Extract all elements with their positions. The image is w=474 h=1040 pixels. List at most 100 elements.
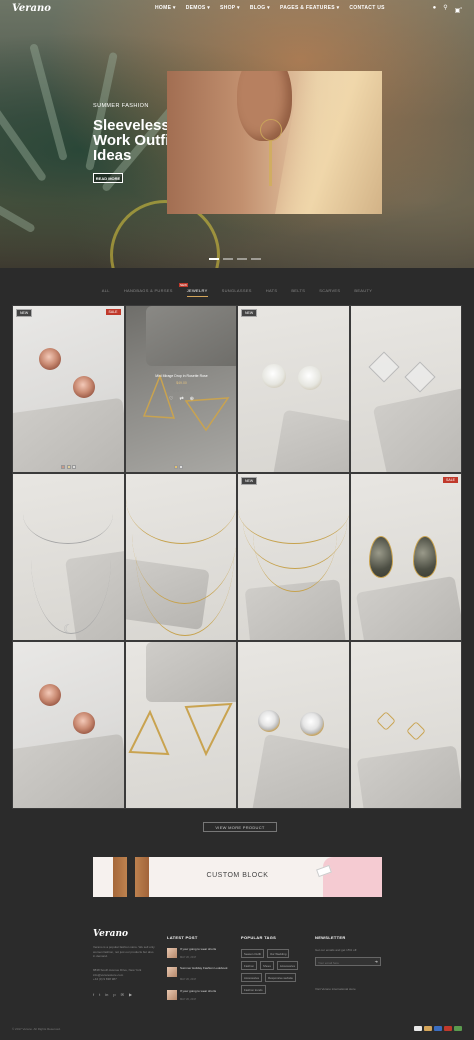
product-card[interactable]: NEW SALE [12, 305, 125, 473]
latest-post-item[interactable]: Summer Holiday Fashion Lookbook MAY 20, … [167, 966, 230, 981]
newsletter-email-input[interactable] [318, 959, 370, 966]
product-card[interactable] [124, 641, 237, 809]
tag-link[interactable]: Responsive website [265, 973, 296, 982]
user-icon[interactable]: ● [433, 5, 437, 15]
newsletter-heading: NEWSLETTER [315, 935, 346, 940]
email-icon[interactable]: ✉ [121, 992, 124, 997]
product-card[interactable]: NEW [237, 473, 350, 641]
new-badge: NEW [179, 283, 188, 287]
post-title[interactable]: If your going to wear shorts [180, 989, 230, 994]
popular-tags-heading: POPULAR TAGS [241, 935, 277, 940]
product-image-geo-earring [403, 361, 436, 393]
menu-item-home[interactable]: HOME ▾ [155, 5, 176, 11]
menu-item-demos[interactable]: DEMOS ▾ [186, 5, 210, 11]
tag-link[interactable]: Accessories [241, 973, 263, 982]
tab-jewelry[interactable]: JEWELRY [186, 288, 208, 297]
swatch[interactable] [173, 465, 178, 469]
custom-block-banner[interactable]: CUSTOM BLOCK [93, 857, 382, 897]
newsletter-form: ➜ [315, 957, 381, 966]
subscribe-arrow-icon[interactable]: ➜ [375, 959, 378, 964]
stone-prop [272, 409, 349, 472]
tag-link[interactable]: Accessories [276, 961, 298, 970]
youtube-icon[interactable]: ▶ [129, 992, 132, 997]
latest-post-item[interactable]: If your going to wear shorts MAY 20, 201… [167, 989, 230, 1001]
menu-item-shop[interactable]: SHOP ▾ [220, 5, 240, 11]
tag-link[interactable]: Shoes [259, 961, 274, 970]
product-image-pearl-stud [298, 366, 322, 390]
post-title[interactable]: If your going to wear shorts [180, 947, 230, 952]
product-card[interactable] [12, 641, 125, 809]
product-card[interactable] [349, 641, 462, 809]
moon-pendant-icon: ☾ [63, 622, 74, 636]
product-name[interactable]: Mini Mirage Drop in Rosette Rose [144, 374, 220, 378]
slider-dot[interactable] [223, 258, 233, 260]
view-more-button[interactable]: VIEW MORE PRODUCT [203, 822, 277, 832]
swatch[interactable] [179, 465, 183, 469]
tab-all[interactable]: ALL [102, 288, 110, 293]
tab-scarves[interactable]: SCARVES [319, 288, 340, 293]
social-links: f t in p ✉ ▶ [93, 992, 132, 997]
menu-item-contact[interactable]: CONTACT US [349, 5, 384, 11]
tab-belts[interactable]: BELTS [291, 288, 305, 293]
payment-card-icon [444, 1026, 452, 1031]
slider-dot[interactable] [237, 258, 247, 260]
newsletter-visit-link[interactable]: Visit Verano international store [315, 987, 381, 991]
product-grid: NEW SALE Mini Mirage Drop in Rosette Ros… [12, 305, 462, 809]
product-image-necklace-chain [253, 474, 337, 592]
wishlist-icon[interactable]: ♡ [169, 396, 173, 402]
product-card[interactable] [237, 641, 350, 809]
quick-view-icon[interactable]: ⊕ [190, 396, 194, 402]
linkedin-icon[interactable]: in [105, 992, 108, 997]
swatch[interactable] [61, 465, 65, 469]
product-card[interactable] [349, 305, 462, 473]
sale-badge: SALE [105, 309, 121, 315]
rating-stars: ☆☆☆☆☆ [172, 388, 191, 393]
bottom-bar: © 2017 Verano. All Rights Reserved. [0, 1022, 474, 1040]
twitter-icon[interactable]: t [99, 992, 100, 997]
search-icon[interactable]: ⚲ [443, 5, 447, 15]
tag-link[interactable]: Fashion [241, 961, 257, 970]
swatch[interactable] [66, 465, 71, 469]
earring-bar [269, 141, 272, 186]
payment-card-icon [434, 1026, 442, 1031]
tab-beauty[interactable]: BEAUTY [354, 288, 372, 293]
product-card[interactable] [124, 473, 237, 641]
tab-hats[interactable]: HATS [266, 288, 278, 293]
product-actions: ♡ ⇄ ⊕ [144, 396, 220, 402]
cart-icon[interactable]: ▣0 [455, 5, 462, 15]
swatch[interactable] [72, 465, 76, 469]
color-swatches [173, 465, 183, 469]
compare-icon[interactable]: ⇄ [180, 396, 184, 402]
product-card[interactable]: SALE [349, 473, 462, 641]
tab-handbags-purses[interactable]: HANDBAGS & PURSES [124, 288, 173, 293]
menu-item-blog[interactable]: BLOG ▾ [250, 5, 270, 11]
payment-methods [414, 1026, 462, 1031]
earring-hoop [260, 119, 282, 141]
logo[interactable]: Verano [12, 3, 51, 14]
page: Verano HOME ▾ DEMOS ▾ SHOP ▾ BLOG ▾ PAGE… [0, 0, 474, 1040]
footer-logo[interactable]: Verano [93, 929, 128, 939]
footer-contact: 8838 South Avenue Drive, New York info@v… [93, 968, 142, 981]
main-menu: HOME ▾ DEMOS ▾ SHOP ▾ BLOG ▾ PAGES & FEA… [155, 5, 385, 11]
slider-dot[interactable] [209, 258, 219, 260]
product-card-hover[interactable]: Mini Mirage Drop in Rosette Rose $49.00 … [124, 305, 237, 473]
pinterest-icon[interactable]: p [113, 992, 115, 997]
product-card[interactable]: ☾ [12, 473, 125, 641]
latest-post-item[interactable]: If your going to wear shorts MAY 20, 201… [167, 947, 230, 959]
product-image-triangles [127, 702, 233, 757]
product-image-rose-stud [73, 376, 95, 398]
read-more-button[interactable]: READ MORE [93, 173, 123, 183]
tag-link[interactable]: Fashion trends [241, 985, 266, 994]
product-card[interactable]: NEW [237, 305, 350, 473]
copyright: © 2017 Verano. All Rights Reserved. [12, 1027, 61, 1031]
slider-dot[interactable] [251, 258, 261, 260]
product-price: $49.00 [176, 381, 187, 385]
tag-link[interactable]: Season Outfit [241, 949, 264, 958]
menu-item-pages-features[interactable]: PAGES & FEATURES ▾ [280, 5, 339, 11]
tab-sunglasses[interactable]: SUNGLASSES [222, 288, 252, 293]
payment-card-icon [454, 1026, 462, 1031]
tag-link[interactable]: Our Wedding [266, 949, 290, 958]
facebook-icon[interactable]: f [93, 992, 94, 997]
background-plant [0, 166, 36, 234]
post-title[interactable]: Summer Holiday Fashion Lookbook [180, 966, 230, 971]
